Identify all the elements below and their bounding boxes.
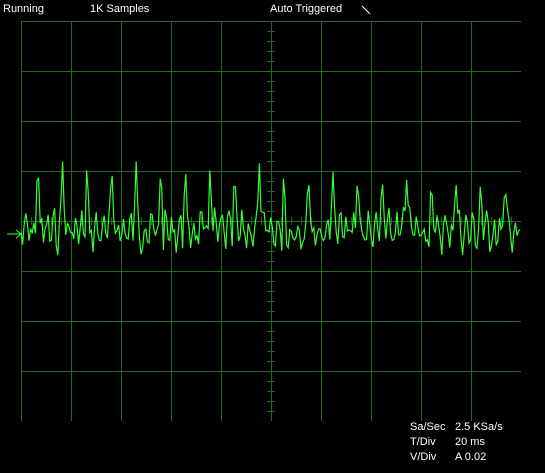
- oscilloscope-display: [21, 21, 521, 421]
- sample-rate-readout: Sa/Sec 2.5 KSa/s: [410, 420, 503, 434]
- trigger-mode-label: Auto Triggered: [270, 3, 343, 15]
- arrow-right-icon: [7, 229, 22, 239]
- sample-count-label: 1K Samples: [90, 3, 150, 15]
- run-state-label: Running: [3, 3, 44, 15]
- falling-edge-icon: [361, 5, 371, 15]
- sample-rate-value: 2.5 KSa/s: [455, 421, 503, 433]
- volt-div-readout: V/Div A 0.02: [410, 450, 486, 464]
- volt-div-value: A 0.02: [455, 451, 487, 463]
- time-div-value: 20 ms: [455, 436, 485, 448]
- time-div-readout: T/Div 20 ms: [410, 435, 485, 449]
- sample-rate-label: Sa/Sec: [410, 421, 446, 433]
- time-div-label: T/Div: [410, 436, 436, 448]
- volt-div-label: V/Div: [410, 451, 437, 463]
